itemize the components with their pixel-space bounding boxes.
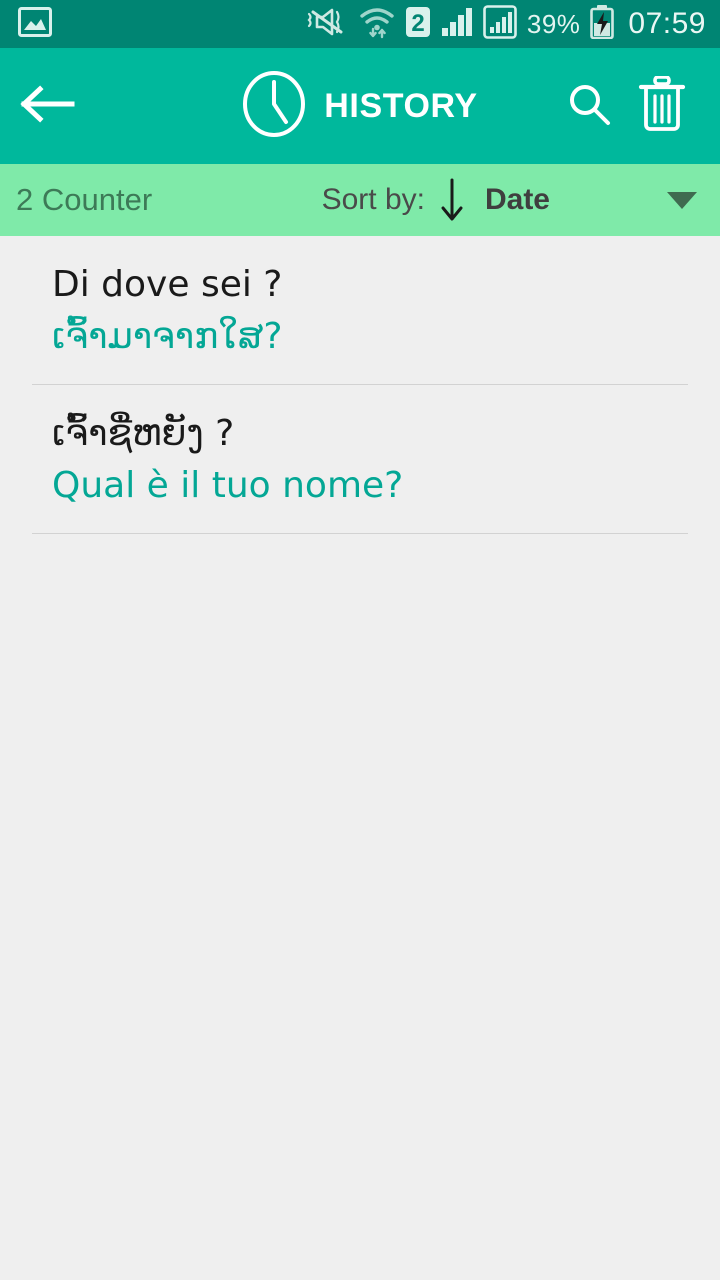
app-bar: HISTORY — [0, 48, 720, 164]
page-title: HISTORY — [324, 86, 478, 125]
history-list: Di dove sei ? ເຈົ້າມາຈາກໃສ? ເຈົ້າຊື່ຫຍັງ… — [0, 236, 720, 535]
history-item-source-text: Di dove sei ? — [52, 264, 283, 305]
sort-by-label: Sort by: — [321, 183, 425, 216]
history-item-target-text: ເຈົ້າມາຈາກໃສ? — [52, 316, 283, 358]
list-divider — [32, 533, 688, 535]
signal-boxed-icon — [483, 4, 517, 44]
status-bar-right: 2 39% 07:59 — [305, 4, 706, 44]
search-button[interactable] — [566, 81, 612, 132]
vibrate-mute-icon — [305, 6, 349, 43]
status-bar-left — [18, 6, 52, 42]
battery-charging-icon — [590, 4, 615, 44]
status-bar: 2 39% 07:59 — [0, 0, 720, 48]
back-button[interactable] — [0, 48, 96, 164]
sim2-icon: 2 — [405, 6, 431, 43]
svg-text:2: 2 — [411, 10, 424, 37]
clock-icon — [242, 70, 306, 142]
chevron-down-icon[interactable] — [666, 190, 698, 210]
history-item-source-text: ເຈົ້າຊື່ຫຍັງ ? — [52, 413, 235, 455]
app-bar-actions — [566, 74, 720, 137]
photo-frame-icon — [18, 6, 52, 42]
history-item-target-text: Qual è il tuo nome? — [52, 465, 404, 507]
search-icon — [566, 81, 612, 132]
sort-control-group[interactable]: Sort by: Date — [322, 178, 698, 222]
list-item[interactable]: ເຈົ້າຊື່ຫຍັງ ? Qual è il tuo nome? — [0, 385, 720, 533]
battery-percent-label: 39% — [526, 8, 581, 39]
wifi-transfer-icon — [359, 5, 395, 44]
sort-bar: 2 Counter Sort by: Date — [0, 164, 720, 236]
sort-value-label: Date — [484, 183, 550, 216]
status-bar-clock: 07:59 — [628, 7, 706, 40]
arrow-left-icon — [20, 84, 76, 129]
trash-icon — [638, 74, 686, 137]
signal-bars-icon — [441, 7, 473, 42]
counter-label: 2 Counter — [16, 182, 153, 217]
list-item[interactable]: Di dove sei ? ເຈົ້າມາຈາກໃສ? — [0, 236, 720, 384]
delete-all-button[interactable] — [638, 74, 686, 137]
arrow-down-icon[interactable] — [439, 178, 465, 222]
